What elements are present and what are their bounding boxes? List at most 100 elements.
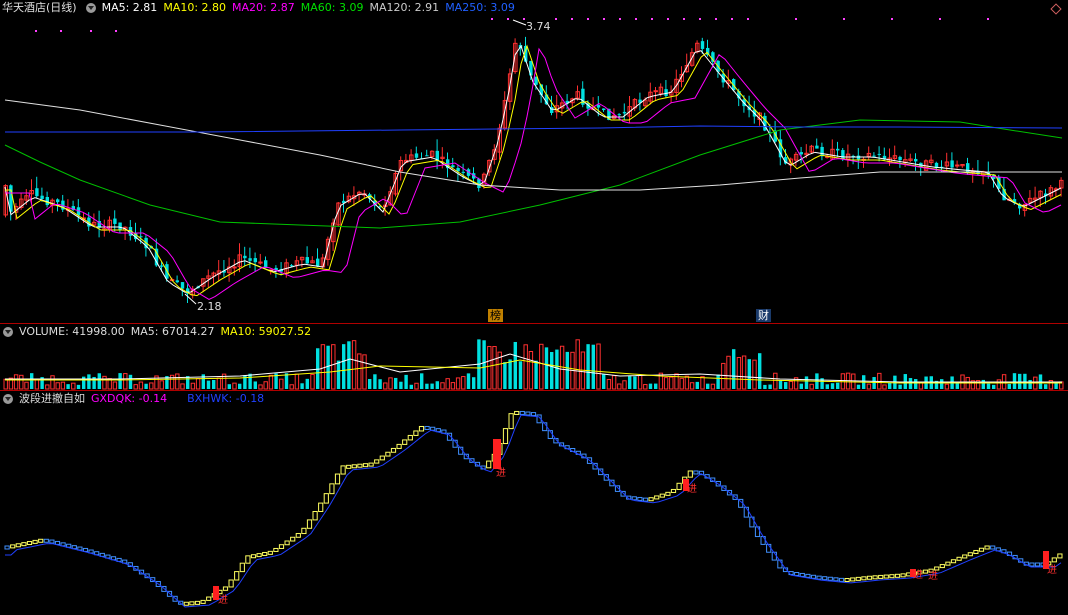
wave-box [374, 459, 380, 464]
volume-bar [227, 384, 231, 389]
wave-title: 波段进撤自如 [19, 392, 85, 405]
top-dot [939, 18, 941, 20]
wave-box [693, 470, 699, 475]
wave-box [861, 576, 867, 581]
wave-box [922, 569, 929, 574]
candle-body [700, 41, 705, 49]
volume-bar [534, 360, 538, 389]
wave-box [189, 601, 195, 606]
volume-bar [981, 379, 985, 389]
bxhwk-line [5, 414, 1062, 608]
volume-bar [663, 377, 669, 390]
top-dot [507, 18, 509, 20]
wave-box [967, 552, 973, 557]
stock-title: 华天酒店(日线) [2, 1, 77, 14]
collapse-icon[interactable] [3, 327, 13, 337]
volume-bar [1012, 373, 1017, 389]
top-dot [731, 18, 733, 20]
volume-bar [602, 374, 606, 389]
volume-bar [102, 375, 107, 390]
volume-bar [1044, 384, 1048, 389]
volume-label: VOLUME: 41998.00 [19, 325, 125, 338]
wave-box [990, 545, 996, 550]
candle-body [602, 108, 606, 111]
collapse-icon[interactable] [85, 3, 96, 13]
volume-bar [721, 362, 726, 390]
volume-bar [128, 374, 133, 389]
wave-box [278, 544, 285, 549]
wave-box [1057, 553, 1063, 559]
volume-bar [336, 360, 341, 389]
volume-panel[interactable]: VOLUME: 41998.00 MA5: 67014.27 MA10: 590… [0, 324, 1068, 390]
marker-cai[interactable]: 财 [756, 309, 771, 322]
candle-body [264, 260, 268, 268]
wave-box [760, 536, 766, 545]
volume-bar [430, 383, 434, 389]
wave-box [637, 496, 643, 501]
wave-box [519, 410, 525, 415]
volume-bar [503, 362, 507, 389]
wave-box [530, 412, 537, 417]
volume-bar [908, 378, 913, 389]
candle-body [898, 156, 902, 161]
wave-box [228, 579, 234, 588]
volume-bar [445, 378, 450, 390]
volume-bar [300, 383, 304, 389]
wave-box [1034, 562, 1041, 567]
wave-box [267, 550, 273, 555]
price-chart[interactable] [0, 0, 1068, 323]
volume-bar [732, 349, 736, 389]
top-dot [587, 18, 589, 20]
volume-bar [606, 379, 612, 390]
volume-bar [383, 382, 388, 390]
price-panel[interactable]: 华天酒店(日线) MA5: 2.81 MA10: 2.80 MA20: 2.87… [0, 0, 1068, 323]
wave-box [284, 540, 290, 546]
volume-bar [238, 383, 242, 389]
volume-bar [586, 344, 590, 389]
wave-box [385, 451, 391, 457]
volume-bar [404, 374, 408, 389]
top-dot [115, 30, 117, 32]
wave-box [950, 559, 957, 564]
wave-box [32, 539, 38, 544]
ma60-line [4, 119, 1063, 229]
volume-bar [289, 384, 294, 390]
wave-box [794, 572, 800, 576]
volume-bar [13, 374, 19, 390]
volume-bar [310, 373, 315, 390]
high-pointer [512, 19, 527, 26]
ma10-label: MA10: 2.80 [163, 1, 227, 14]
ma20-line [5, 47, 1062, 300]
volume-bar [700, 376, 705, 390]
wave-box [665, 491, 671, 496]
volume-bar [60, 381, 66, 390]
volume-bar [555, 349, 559, 389]
collapse-icon[interactable] [3, 394, 13, 404]
volume-bar [305, 378, 309, 389]
wave-box [525, 411, 531, 416]
wave-box [670, 488, 677, 493]
candle-body [316, 258, 320, 267]
candle-body [877, 153, 881, 155]
volume-bar [362, 354, 367, 390]
volume-bar [248, 373, 252, 389]
volume-bar [212, 379, 216, 389]
volume-bar [944, 383, 950, 390]
top-dot [843, 18, 845, 20]
signal-label: 进 [218, 594, 228, 606]
volume-bar [940, 379, 944, 389]
volume-bar [539, 343, 544, 390]
wave-chart[interactable]: 进进进进 进进 [0, 391, 1068, 615]
wave-panel[interactable]: 波段进撤自如 GXDQK: -0.14 BXHWK: -0.18 进进进进进进 [0, 391, 1068, 615]
candle-body [914, 158, 918, 162]
marker-bang[interactable]: 榜 [488, 309, 503, 322]
wave-box [21, 542, 27, 547]
bxhwk-label: BXHWK: -0.18 [187, 392, 265, 405]
volume-bar [1023, 373, 1027, 389]
wave-box [346, 464, 352, 469]
wave-box [390, 447, 397, 453]
candle-body [253, 258, 257, 263]
volume-bar [518, 361, 523, 389]
wave-box [486, 460, 492, 469]
candle-body [950, 160, 954, 168]
